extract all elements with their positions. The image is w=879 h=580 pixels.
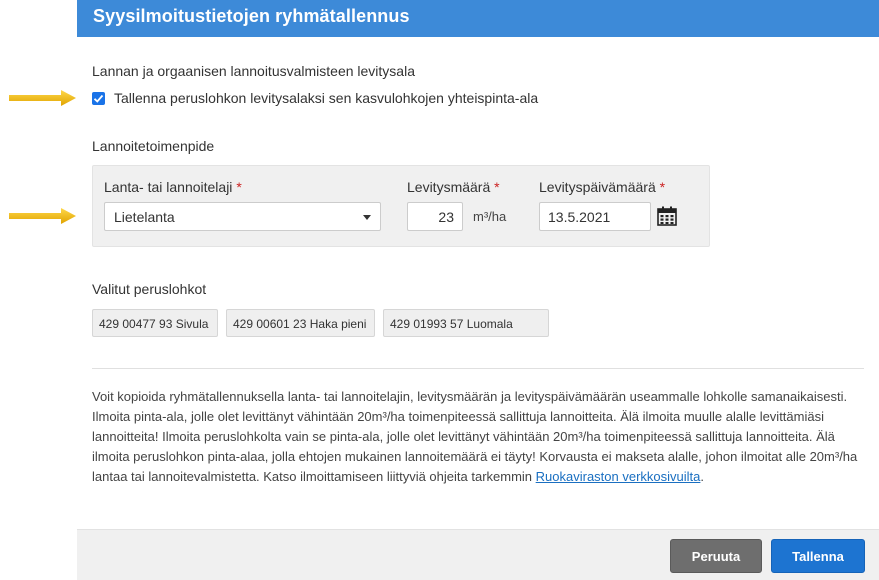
chevron-down-icon [363,215,371,220]
annotation-arrow-icon [9,208,76,224]
selected-block-chip: 429 00601 23 Haka pieni [226,309,375,337]
save-button[interactable]: Tallenna [771,539,865,573]
divider [92,368,864,369]
spreading-area-checkbox[interactable] [92,91,105,105]
spreading-area-heading: Lannan ja orgaanisen lannoitusvalmisteen… [92,63,415,79]
selected-block-chip: 429 01993 57 Luomala [383,309,549,337]
spreading-area-option[interactable]: Tallenna peruslohkon levitysalaksi sen k… [92,90,538,106]
annotation-arrow-icon [9,90,76,106]
calendar-icon[interactable] [656,205,678,227]
spreading-area-checkbox-label[interactable]: Tallenna peruslohkon levitysalaksi sen k… [114,90,538,106]
dialog-header: Syysilmoitustietojen ryhmätallennus [77,0,879,37]
info-text: Voit kopioida ryhmätallennuksella lanta-… [92,389,858,484]
selected-block-chip: 429 00477 93 Sivula [92,309,218,337]
checkmark-icon [93,94,104,103]
amount-label: Levitysmäärä * [407,179,500,195]
fertilizer-panel: Lanta- tai lannoitelaji * Lietelanta Lev… [92,165,710,247]
amount-input[interactable] [407,202,463,231]
dialog-title: Syysilmoitustietojen ryhmätallennus [93,6,410,26]
fertilizer-type-label: Lanta- tai lannoitelaji * [104,179,242,195]
operation-heading: Lannoitetoimenpide [92,138,215,154]
ruokavirasto-link[interactable]: Ruokaviraston verkkosivuilta [536,469,701,484]
fertilizer-type-value: Lietelanta [114,209,175,225]
fertilizer-type-select[interactable]: Lietelanta [104,202,381,231]
selected-blocks-heading: Valitut peruslohkot [92,281,207,297]
cancel-button[interactable]: Peruuta [670,539,762,573]
amount-unit: m³/ha [473,209,507,224]
date-label: Levityspäivämäärä * [539,179,666,195]
dialog-footer: Peruuta Tallenna [77,529,879,580]
group-save-dialog: Syysilmoitustietojen ryhmätallennus Lann… [77,0,879,580]
date-input[interactable] [539,202,651,231]
